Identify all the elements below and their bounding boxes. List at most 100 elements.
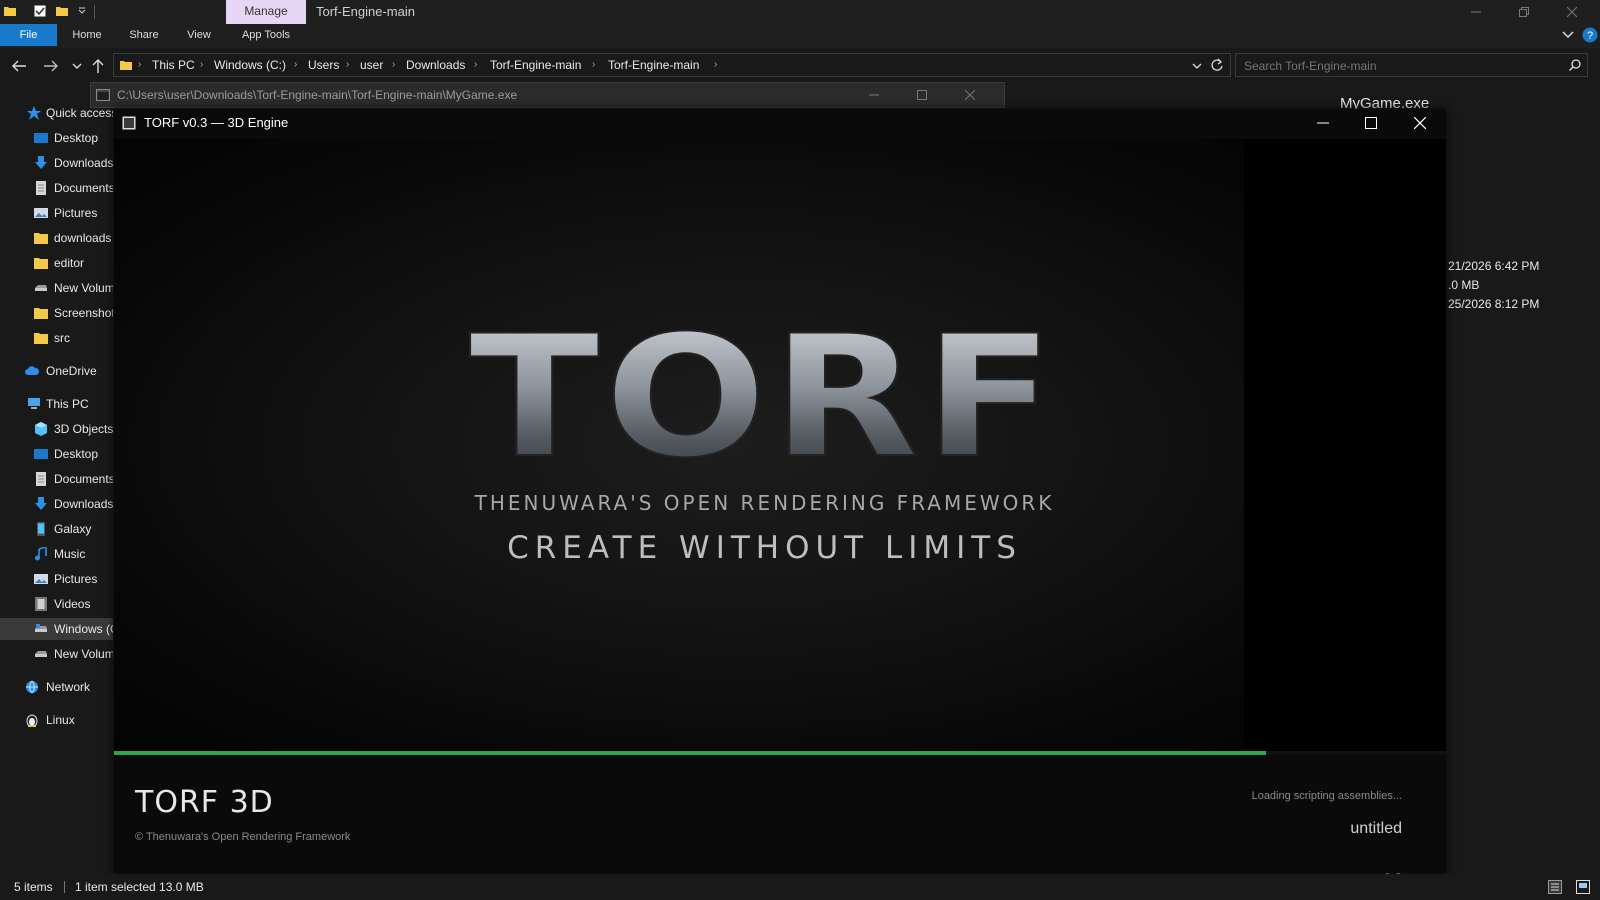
- engine-maximize-button[interactable]: [1348, 109, 1394, 137]
- cloud-icon: [25, 366, 39, 375]
- nav-item-pictures[interactable]: Pictures: [0, 202, 113, 224]
- loading-status-text: Loading scripting assemblies...: [1251, 790, 1402, 802]
- search-box: [1235, 53, 1588, 77]
- breadcrumb-this-pc[interactable]: This PC: [152, 54, 195, 76]
- splash-motto: CREATE WITHOUT LIMITS: [507, 530, 1022, 566]
- splash-artwork: TORF THENUWARA'S OPEN RENDERING FRAMEWOR…: [114, 139, 1244, 749]
- up-button[interactable]: [89, 57, 107, 75]
- navigation-pane: Quick access Desktop Downloads Documents…: [0, 81, 113, 874]
- explorer-title-bar: Manage Torf-Engine-main: [0, 0, 1600, 24]
- svg-text:?: ?: [1587, 30, 1593, 42]
- brand-name: TORF 3D: [135, 785, 274, 820]
- breadcrumb-separator-icon: ›: [200, 59, 204, 70]
- breadcrumb-windows-c[interactable]: Windows (C:): [214, 54, 286, 76]
- nav-item-downloads-pc[interactable]: Downloads: [0, 493, 113, 515]
- refresh-icon[interactable]: [1210, 58, 1224, 72]
- properties-check-icon[interactable]: [34, 5, 46, 17]
- nav-item-galaxy[interactable]: Galaxy: [0, 518, 113, 540]
- engine-app-icon: [122, 116, 136, 130]
- tab-home[interactable]: Home: [64, 24, 110, 46]
- close-icon: [965, 90, 975, 100]
- nav-item-documents-pc[interactable]: Documents: [0, 468, 113, 490]
- nav-item-src[interactable]: src: [0, 327, 113, 349]
- expand-ribbon-chevron-icon[interactable]: [1562, 30, 1574, 40]
- engine-close-button[interactable]: [1397, 109, 1443, 137]
- tab-share[interactable]: Share: [120, 24, 168, 46]
- splash-footer: TORF 3D © Thenuwara's Open Rendering Fra…: [114, 755, 1446, 891]
- breadcrumb-users[interactable]: Users: [308, 54, 339, 76]
- explorer-restore-button[interactable]: [1501, 0, 1547, 24]
- breadcrumb-downloads[interactable]: Downloads: [406, 54, 465, 76]
- document-icon: [36, 181, 46, 195]
- engine-window: TORF v0.3 — 3D Engine TORF THENUWARA'S O…: [114, 109, 1446, 891]
- new-folder-icon[interactable]: [56, 5, 68, 17]
- music-note-icon: [35, 547, 47, 561]
- search-input[interactable]: [1242, 56, 1556, 76]
- nav-item-screenshots[interactable]: Screenshots: [0, 302, 113, 324]
- restore-icon: [1519, 7, 1529, 17]
- breadcrumb-user[interactable]: user: [360, 54, 383, 76]
- folder-icon: [34, 233, 48, 244]
- nav-item-downloads[interactable]: Downloads: [0, 152, 113, 174]
- breadcrumb-torf-engine-main-current[interactable]: Torf-Engine-main: [608, 54, 699, 76]
- address-history-chevron-icon[interactable]: [1192, 62, 1202, 70]
- copyright-text: © Thenuwara's Open Rendering Framework: [135, 831, 351, 843]
- tab-view[interactable]: View: [176, 24, 222, 46]
- film-icon: [35, 597, 47, 611]
- nav-item-3d-objects[interactable]: 3D Objects: [0, 418, 113, 440]
- close-icon: [1414, 117, 1426, 129]
- nav-item-this-pc[interactable]: This PC: [0, 393, 113, 415]
- forward-button[interactable]: [42, 57, 60, 75]
- tab-file[interactable]: File: [0, 24, 57, 46]
- nav-item-documents[interactable]: Documents: [0, 177, 113, 199]
- console-app-icon: [96, 89, 110, 101]
- customize-toolbar-chevron-icon[interactable]: [76, 5, 88, 17]
- pictures-icon: [34, 574, 48, 584]
- console-minimize-button[interactable]: [851, 83, 897, 107]
- system-drive-icon: [35, 624, 47, 632]
- nav-item-new-volume-quick[interactable]: New Volume: [0, 277, 113, 299]
- nav-item-new-volume[interactable]: New Volume: [0, 643, 113, 665]
- search-icon[interactable]: [1569, 59, 1581, 71]
- manage-tab[interactable]: Manage: [226, 0, 306, 24]
- engine-minimize-button[interactable]: [1300, 109, 1346, 137]
- breadcrumb-torf-engine-main[interactable]: Torf-Engine-main: [490, 54, 581, 76]
- pictures-icon: [34, 208, 48, 218]
- explorer-minimize-button[interactable]: [1453, 0, 1499, 24]
- nav-item-windows-c[interactable]: Windows (C:): [0, 618, 113, 640]
- nav-item-network[interactable]: Network: [0, 676, 113, 698]
- breadcrumb-separator-icon: ›: [714, 59, 718, 70]
- nav-item-pictures-pc[interactable]: Pictures: [0, 568, 113, 590]
- console-window[interactable]: C:\Users\user\Downloads\Torf-Engine-main…: [90, 82, 1005, 108]
- breadcrumb-separator-icon: ›: [138, 59, 142, 70]
- ribbon-tab-bar: File Home Share View App Tools ?: [0, 24, 1600, 48]
- nav-item-desktop-pc[interactable]: Desktop: [0, 443, 113, 465]
- folder-icon: [34, 333, 48, 344]
- back-button[interactable]: [10, 57, 28, 75]
- details-view-icon[interactable]: [1548, 880, 1562, 894]
- nav-item-downloads-folder[interactable]: downloads: [0, 227, 113, 249]
- linux-penguin-icon: [26, 714, 38, 727]
- large-icons-view-icon[interactable]: [1576, 880, 1590, 894]
- nav-item-editor[interactable]: editor: [0, 252, 113, 274]
- address-bar[interactable]: › This PC › Windows (C:) › Users › user …: [113, 53, 1231, 77]
- console-close-button[interactable]: [947, 83, 993, 107]
- nav-item-desktop[interactable]: Desktop: [0, 127, 113, 149]
- desktop-icon: [34, 449, 48, 459]
- tab-app-tools[interactable]: App Tools: [232, 24, 300, 46]
- nav-item-videos[interactable]: Videos: [0, 593, 113, 615]
- nav-item-linux[interactable]: Linux: [0, 709, 113, 731]
- project-name: untitled: [1350, 820, 1402, 837]
- nav-item-onedrive[interactable]: OneDrive: [0, 360, 113, 382]
- help-icon[interactable]: ?: [1582, 27, 1598, 43]
- console-maximize-button[interactable]: [899, 83, 945, 107]
- nav-item-music[interactable]: Music: [0, 543, 113, 565]
- up-arrow-icon: [92, 59, 104, 73]
- explorer-close-button[interactable]: [1549, 0, 1595, 24]
- document-icon: [36, 472, 46, 486]
- folder-icon: [4, 7, 16, 16]
- console-window-title: C:\Users\user\Downloads\Torf-Engine-main…: [117, 88, 518, 102]
- recent-locations-button[interactable]: [68, 57, 86, 75]
- engine-title-bar[interactable]: TORF v0.3 — 3D Engine: [114, 109, 1446, 139]
- toolbar-divider: [94, 5, 95, 19]
